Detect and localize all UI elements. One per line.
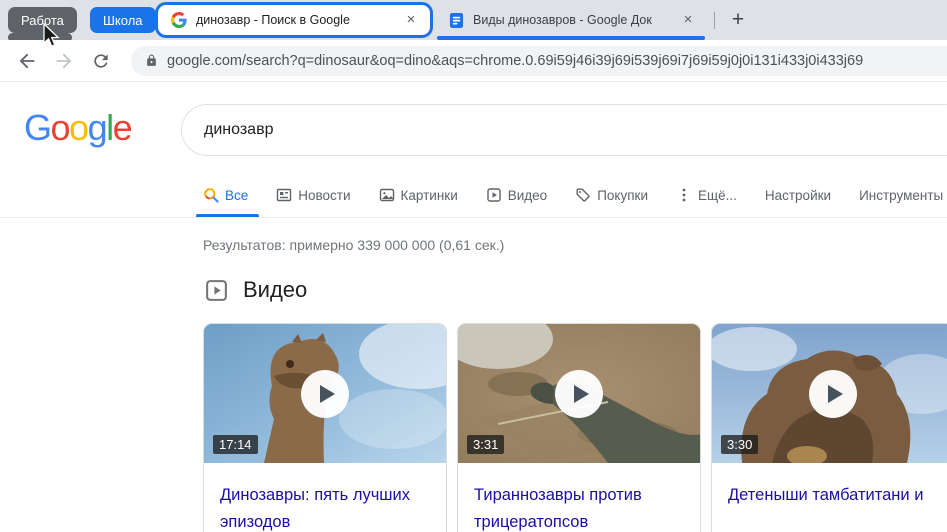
tab-videos[interactable]: Видео: [486, 184, 547, 206]
shopping-icon: [575, 187, 591, 203]
video-thumbnail-carnotaurus[interactable]: 17:14: [204, 324, 446, 463]
more-icon: [676, 187, 692, 203]
tab-google-docs[interactable]: Виды динозавров - Google Док ×: [437, 4, 705, 36]
tab-tools[interactable]: Инструменты: [859, 184, 943, 206]
video-thumbnail-tambatitanis[interactable]: 3:30: [712, 324, 947, 463]
browser-toolbar: google.com/search?q=dinosaur&oq=dino&aqs…: [0, 40, 947, 82]
tab-more[interactable]: Ещё...: [676, 184, 737, 206]
tab-label: Покупки: [597, 188, 648, 203]
close-icon[interactable]: ×: [402, 11, 420, 29]
news-icon: [276, 187, 292, 203]
play-button[interactable]: [809, 370, 857, 418]
tab-all[interactable]: Все: [203, 184, 248, 206]
active-tab-underline: [196, 214, 259, 217]
browser-window: { "window": { "tab_groups": [ { "label":…: [0, 0, 947, 532]
video-section-icon: [204, 278, 229, 303]
tab-group-school-label: Школа: [103, 13, 143, 28]
google-favicon: [171, 12, 187, 28]
tab-group-work-stripe: [8, 33, 72, 40]
video-title-link[interactable]: Тираннозавры против трицератопсов: [458, 463, 700, 532]
tab-label: Картинки: [401, 188, 458, 203]
tab-search-google[interactable]: динозавр - Поиск в Google ×: [155, 2, 433, 38]
address-bar[interactable]: google.com/search?q=dinosaur&oq=dino&aqs…: [131, 46, 947, 76]
video-title-link[interactable]: Динозавры: пять лучших эпизодов: [204, 463, 446, 532]
play-icon: [828, 385, 843, 403]
play-button[interactable]: [301, 370, 349, 418]
logo-letter: o: [69, 107, 88, 148]
tab-news[interactable]: Новости: [276, 184, 350, 206]
search-icon: [203, 187, 219, 203]
video-card[interactable]: 3:31 Тираннозавры против трицератопсов: [457, 323, 701, 532]
google-logo: Google: [24, 107, 131, 149]
video-cards: 17:14 Динозавры: пять лучших эпизодов: [203, 323, 947, 532]
tab-images[interactable]: Картинки: [379, 184, 458, 206]
logo-letter: G: [24, 107, 51, 148]
video-thumbnail-trex-fight[interactable]: 3:31: [458, 324, 700, 463]
play-button[interactable]: [555, 370, 603, 418]
mouse-cursor: [42, 23, 61, 54]
logo-letter: g: [88, 107, 107, 148]
video-icon: [486, 187, 502, 203]
images-icon: [379, 187, 395, 203]
tabs-divider: [0, 217, 947, 218]
tabstrip-divider: [714, 12, 715, 29]
tab-label: Все: [225, 188, 248, 203]
reload-icon[interactable]: [88, 48, 114, 74]
video-card[interactable]: 17:14 Динозавры: пять лучших эпизодов: [203, 323, 447, 532]
lock-icon: [145, 54, 158, 67]
url-text: google.com/search?q=dinosaur&oq=dino&aqs…: [167, 53, 863, 69]
logo-letter: e: [113, 107, 132, 148]
back-icon[interactable]: [14, 48, 40, 74]
video-duration: 3:31: [467, 435, 504, 454]
tab-title: Виды динозавров - Google Док: [473, 13, 679, 27]
search-input[interactable]: динозавр: [181, 104, 947, 156]
tab-title: динозавр - Поиск в Google: [196, 13, 402, 27]
tab-shopping[interactable]: Покупки: [575, 184, 648, 206]
play-icon: [320, 385, 335, 403]
tab-settings[interactable]: Настройки: [765, 184, 831, 206]
video-duration: 17:14: [213, 435, 258, 454]
video-card[interactable]: 3:30 Детеныши тамбатитани и: [711, 323, 947, 532]
logo-letter: o: [51, 107, 70, 148]
video-section-title: Видео: [243, 277, 307, 303]
video-section-header: Видео: [204, 277, 307, 303]
search-query: динозавр: [204, 121, 273, 139]
video-duration: 3:30: [721, 435, 758, 454]
close-icon[interactable]: ×: [679, 11, 697, 29]
search-nav-tabs: Все Новости Картинки Видео П: [203, 184, 943, 206]
tab-label: Настройки: [765, 188, 831, 203]
play-icon: [574, 385, 589, 403]
google-docs-favicon: [449, 13, 464, 28]
tab-strip: Работа Школа динозавр - Поиск в Google ×: [0, 0, 947, 40]
video-title-link[interactable]: Детеныши тамбатитани и: [712, 463, 947, 509]
tab-label: Ещё...: [698, 188, 737, 203]
tab-label: Новости: [298, 188, 350, 203]
result-stats: Результатов: примерно 339 000 000 (0,61 …: [203, 237, 504, 253]
new-tab-button[interactable]: +: [724, 6, 752, 34]
tab-group-school[interactable]: Школа: [90, 7, 156, 33]
tab-label: Видео: [508, 188, 547, 203]
tab-label: Инструменты: [859, 188, 943, 203]
